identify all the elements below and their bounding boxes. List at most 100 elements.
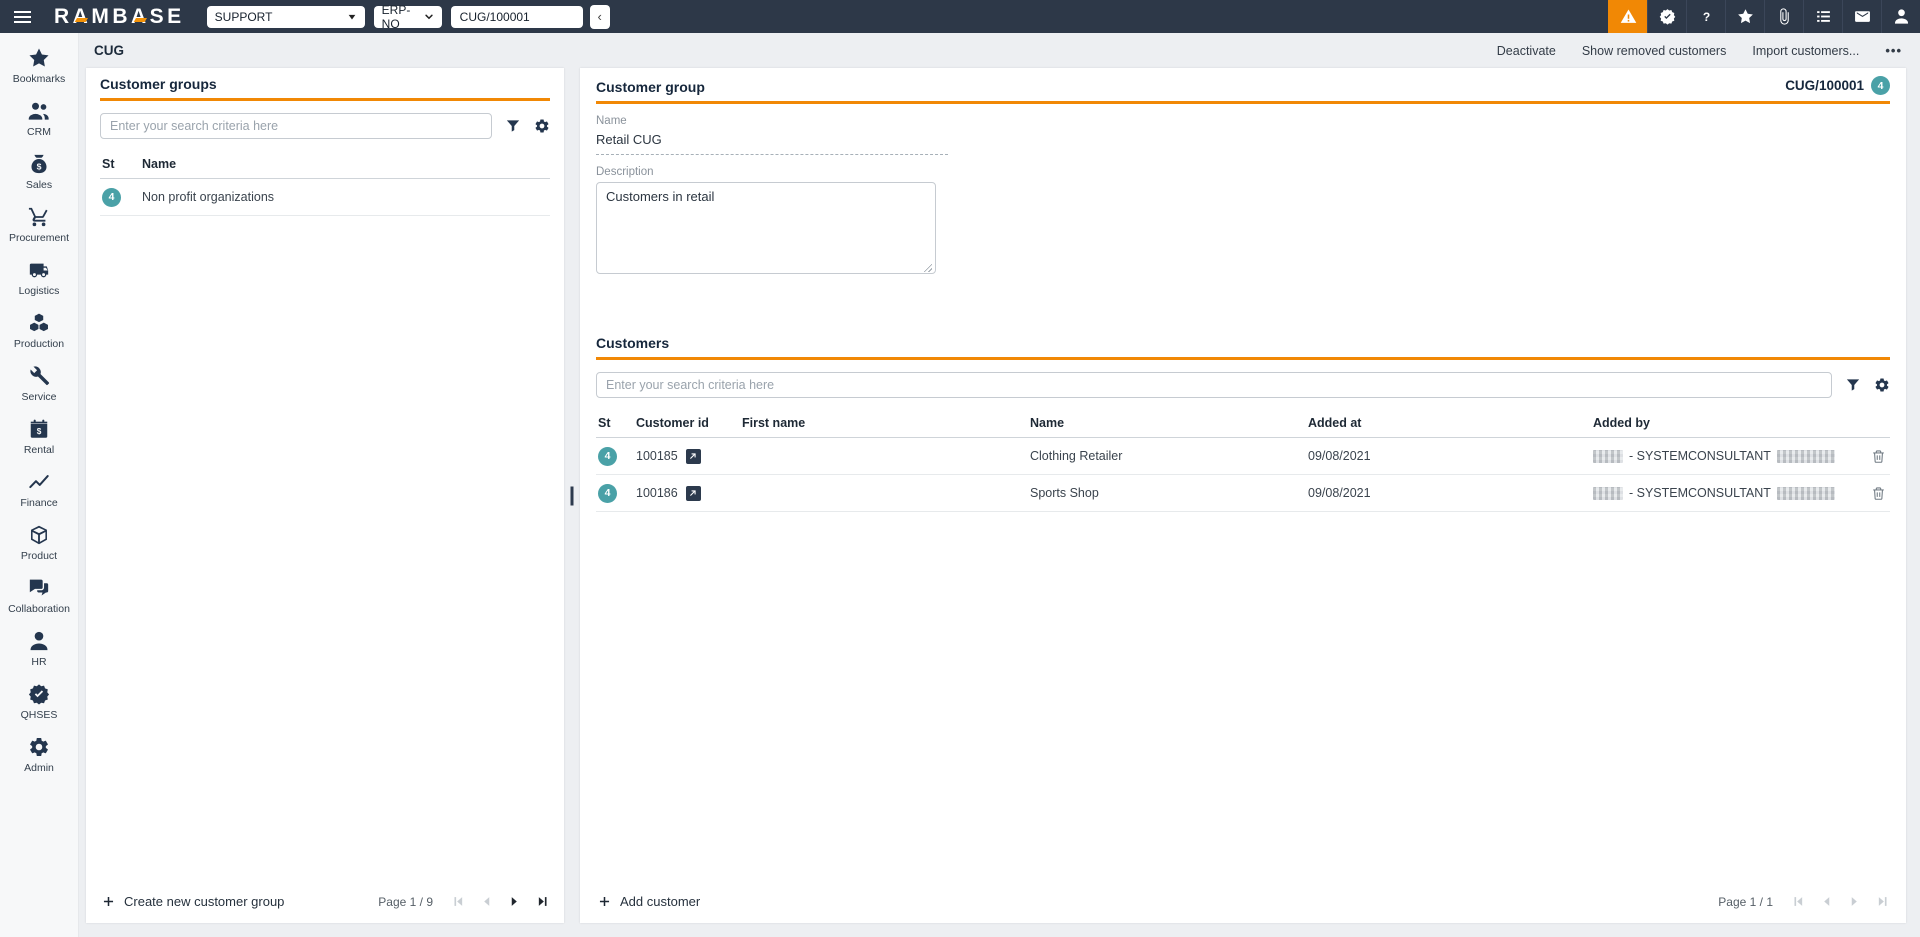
column-name: Name xyxy=(142,157,177,171)
rambase-logo: RAMBASE xyxy=(54,0,185,33)
name-value[interactable]: Retail CUG xyxy=(596,131,948,155)
status-badge: 4 xyxy=(598,446,617,466)
star-icon xyxy=(28,47,50,69)
customer-name: Clothing Retailer xyxy=(1030,449,1123,463)
sidebar-item-rental[interactable]: $ Rental xyxy=(0,410,78,463)
customer-groups-title: Customer groups xyxy=(100,76,217,92)
favorites-icon[interactable] xyxy=(1725,0,1764,33)
sidebar: Bookmarks CRM $ Sales Procurement Logistics Pr… xyxy=(0,33,79,937)
next-page-button[interactable] xyxy=(509,896,520,907)
filter-icon[interactable] xyxy=(1845,377,1861,393)
sidebar-item-admin[interactable]: Admin xyxy=(0,728,78,781)
sidebar-item-crm[interactable]: CRM xyxy=(0,92,78,145)
cart-icon xyxy=(28,206,50,228)
import-customers-action[interactable]: Import customers... xyxy=(1752,44,1859,58)
sidebar-item-label: QHSES xyxy=(20,709,58,721)
description-textarea[interactable]: Customers in retail xyxy=(596,182,936,274)
help-icon[interactable]: ? xyxy=(1686,0,1725,33)
sidebar-item-product[interactable]: Product xyxy=(0,516,78,569)
customer-group-name: Non profit organizations xyxy=(142,190,275,204)
page-indicator: Page 1 / 1 xyxy=(1718,894,1773,909)
account-icon[interactable] xyxy=(1881,0,1920,33)
splitter-handle-icon xyxy=(570,486,574,505)
customers-search-input[interactable] xyxy=(596,372,1832,398)
filter-icon[interactable] xyxy=(505,118,521,134)
sidebar-item-hr[interactable]: HR xyxy=(0,622,78,675)
open-customer-icon[interactable] xyxy=(685,448,701,464)
sidebar-item-sales[interactable]: $ Sales xyxy=(0,145,78,198)
environment-select[interactable]: SUPPORT xyxy=(206,5,365,28)
status-badge: 4 xyxy=(598,483,617,503)
sidebar-item-label: Rental xyxy=(23,444,55,456)
system-select[interactable]: ERP-NO xyxy=(373,3,442,31)
truck-icon xyxy=(28,259,50,281)
more-actions-button[interactable]: ••• xyxy=(1885,43,1902,58)
last-page-button[interactable] xyxy=(1877,896,1888,907)
sidebar-item-label: Product xyxy=(20,550,58,562)
customer-groups-search-input[interactable] xyxy=(100,113,492,139)
column-added-by: Added by xyxy=(1593,416,1650,430)
customer-name: Sports Shop xyxy=(1030,486,1099,500)
top-bar: RAMBASE SUPPORT ERP-NO ‹ ? xyxy=(0,0,1920,33)
plus-icon xyxy=(102,895,115,908)
back-button[interactable]: ‹ xyxy=(589,4,610,29)
settings-icon[interactable] xyxy=(1874,377,1890,393)
deactivate-action[interactable]: Deactivate xyxy=(1497,44,1556,58)
show-removed-customers-action[interactable]: Show removed customers xyxy=(1582,44,1727,58)
column-customer-id: Customer id xyxy=(636,416,709,430)
sidebar-item-collaboration[interactable]: Collaboration xyxy=(0,569,78,622)
customer-added-at: 09/08/2021 xyxy=(1308,486,1371,500)
calendar-dollar-icon: $ xyxy=(28,418,50,440)
first-page-button[interactable] xyxy=(1793,896,1804,907)
previous-page-button[interactable] xyxy=(481,896,492,907)
sidebar-item-finance[interactable]: Finance xyxy=(0,463,78,516)
customer-added-by: - SYSTEMCONSULTANT xyxy=(1629,486,1771,500)
approvals-icon[interactable] xyxy=(1647,0,1686,33)
page-header: CUG Deactivate Show removed customers Im… xyxy=(79,33,1920,68)
sidebar-item-label: Finance xyxy=(20,497,58,509)
remove-customer-icon[interactable] xyxy=(1871,486,1886,501)
task-list-icon[interactable] xyxy=(1803,0,1842,33)
sidebar-item-label: Procurement xyxy=(8,232,70,244)
hamburger-menu-icon[interactable] xyxy=(0,10,44,23)
customer-group-header: Customer group CUG/100001 4 xyxy=(596,76,1890,104)
last-page-button[interactable] xyxy=(537,896,548,907)
first-page-button[interactable] xyxy=(453,896,464,907)
comments-icon xyxy=(28,577,50,599)
column-first-name: First name xyxy=(742,416,806,430)
attachments-icon[interactable] xyxy=(1764,0,1803,33)
create-customer-group-button[interactable]: Create new customer group xyxy=(102,894,284,909)
messages-icon[interactable] xyxy=(1842,0,1881,33)
customer-group-detail-panel: Customer group CUG/100001 4 Name Retail … xyxy=(580,68,1906,923)
customer-groups-search-row xyxy=(100,113,550,139)
alerts-icon[interactable] xyxy=(1608,0,1647,33)
previous-page-button[interactable] xyxy=(1821,896,1832,907)
page-actions: Deactivate Show removed customers Import… xyxy=(1497,43,1902,58)
program-search-input[interactable] xyxy=(450,5,583,28)
next-page-button[interactable] xyxy=(1849,896,1860,907)
settings-icon[interactable] xyxy=(534,118,550,134)
sidebar-item-label: Service xyxy=(21,391,57,403)
sidebar-item-label: HR xyxy=(31,656,47,668)
sidebar-item-logistics[interactable]: Logistics xyxy=(0,251,78,304)
description-label: Description xyxy=(596,166,654,178)
sidebar-item-qhses[interactable]: QHSES xyxy=(0,675,78,728)
sidebar-item-bookmarks[interactable]: Bookmarks xyxy=(0,39,78,92)
customer-added-by: - SYSTEMCONSULTANT xyxy=(1629,449,1771,463)
remove-customer-icon[interactable] xyxy=(1871,449,1886,464)
customer-groups-footer: Create new customer group Page 1 / 9 xyxy=(100,884,550,915)
redacted-text xyxy=(1776,486,1835,500)
plus-icon xyxy=(598,895,611,908)
customer-row[interactable]: 4 100185 Clothing Retailer 09/08/2021 - … xyxy=(596,438,1890,475)
sidebar-item-service[interactable]: Service xyxy=(0,357,78,410)
customers-pager: Page 1 / 1 xyxy=(1718,895,1888,909)
panel-splitter[interactable] xyxy=(564,68,580,923)
customer-row[interactable]: 4 100186 Sports Shop 09/08/2021 - SYSTEM… xyxy=(596,475,1890,512)
add-customer-button[interactable]: Add customer xyxy=(598,894,700,909)
sidebar-item-production[interactable]: Production xyxy=(0,304,78,357)
name-label: Name xyxy=(596,115,627,127)
open-customer-icon[interactable] xyxy=(685,485,701,501)
sidebar-item-procurement[interactable]: Procurement xyxy=(0,198,78,251)
sidebar-item-label: Logistics xyxy=(18,285,60,297)
customer-group-row[interactable]: 4 Non profit organizations xyxy=(100,179,550,216)
